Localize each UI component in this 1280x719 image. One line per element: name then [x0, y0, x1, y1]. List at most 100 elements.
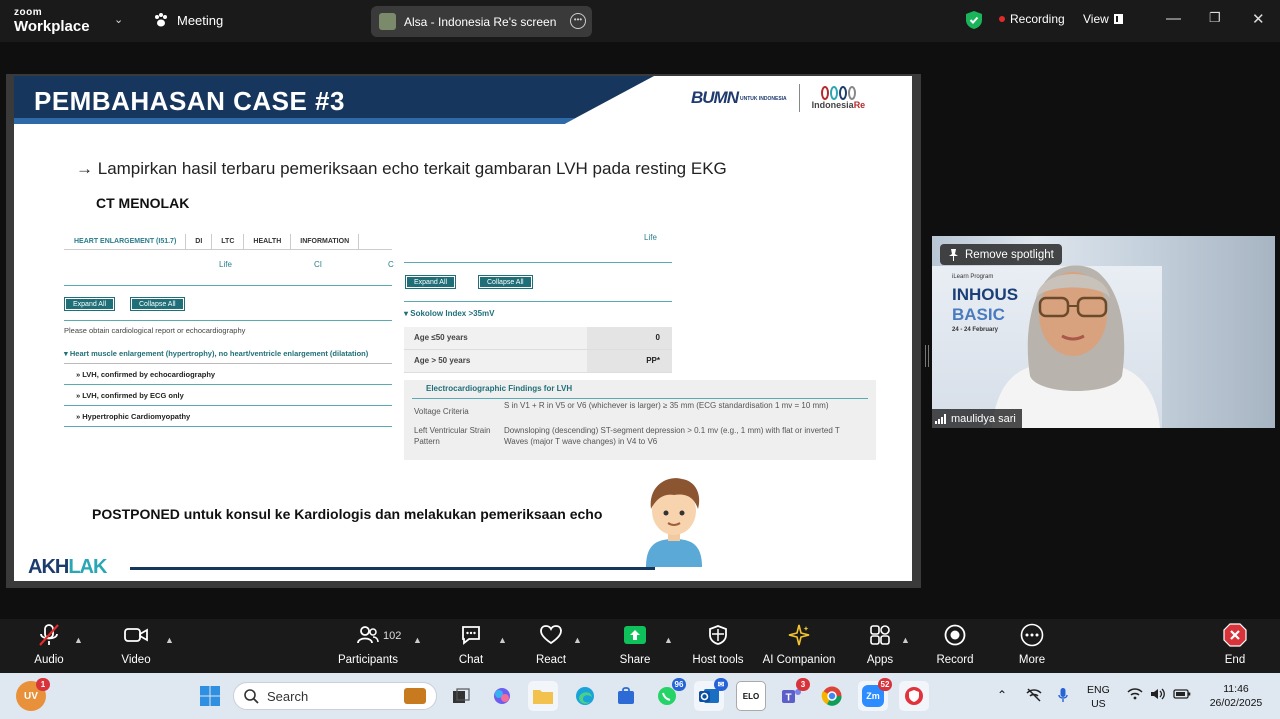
participant-nametag: maulidya sari [932, 409, 1022, 428]
apps-button[interactable]: Apps [862, 619, 898, 673]
security-app-icon[interactable] [899, 681, 929, 711]
record-button[interactable]: Record [935, 619, 975, 673]
more-icon [1020, 623, 1044, 647]
minimize-icon[interactable]: — [1166, 10, 1181, 27]
microphone-tray-icon[interactable] [1058, 687, 1068, 707]
audio-options-caret-icon[interactable]: ▲ [74, 635, 83, 645]
elo-app-icon[interactable]: ELO [736, 681, 766, 711]
apps-label: Apps [866, 654, 894, 666]
recording-label: Recording [1010, 12, 1065, 26]
muted-mic-icon [39, 624, 59, 646]
copilot-icon[interactable] [487, 681, 517, 711]
tray-overflow-caret-icon[interactable]: ⌃ [997, 688, 1007, 702]
left-row: » Hypertrophic Cardiomyopathy [64, 407, 392, 427]
heart-icon [540, 625, 562, 645]
apps-options-caret-icon[interactable]: ▲ [901, 635, 910, 645]
notification-badge: 52 [878, 678, 892, 691]
share-options-caret-icon[interactable]: ▲ [664, 635, 673, 645]
chat-button[interactable]: Chat [453, 619, 489, 673]
teams-icon[interactable]: T3 [776, 678, 810, 711]
share-label: Alsa - Indonesia Re's screen [404, 14, 557, 29]
end-meeting-button[interactable]: End [1220, 619, 1250, 673]
ai-companion-button[interactable]: AI Companion [760, 619, 838, 673]
react-button[interactable]: React [532, 619, 570, 673]
participants-count: 102 [383, 630, 402, 642]
task-view-icon[interactable] [446, 681, 476, 711]
chrome-icon[interactable] [817, 681, 847, 711]
wifi-icon[interactable] [1127, 688, 1143, 704]
outlook-icon[interactable]: ✉ [694, 678, 728, 711]
panel-splitter-handle[interactable] [925, 345, 929, 367]
windows-start-icon[interactable] [195, 681, 225, 711]
security-shield-icon[interactable] [966, 11, 982, 29]
more-button[interactable]: More [1014, 619, 1050, 673]
view-label: View [1083, 12, 1109, 26]
tab-heart-enlargement: HEART ENLARGEMENT (I51.7) [64, 234, 187, 249]
view-button[interactable]: View [1083, 12, 1123, 26]
video-tile[interactable]: iLearn Program INHOUS BASIC 25 24 - 24 F… [932, 236, 1275, 428]
chevron-down-icon[interactable]: ⌄ [114, 13, 123, 26]
store-icon[interactable] [611, 681, 641, 711]
file-explorer-icon[interactable] [528, 681, 558, 711]
network-off-icon[interactable] [1026, 688, 1042, 706]
remove-spotlight-button[interactable]: Remove spotlight [940, 244, 1062, 265]
whatsapp-icon[interactable]: 96 [652, 678, 686, 711]
meeting-label: Meeting [177, 12, 224, 28]
left-row: » LVH, confirmed by ECG only [64, 386, 392, 406]
share-button[interactable]: Share [617, 619, 653, 673]
right-expand-all: Expand All [404, 275, 457, 289]
ecg-findings-box: Electrocardiographic Findings for LVH Vo… [404, 380, 876, 460]
participants-label: Participants [337, 654, 399, 666]
ai-companion-label: AI Companion [762, 654, 836, 666]
participants-options-caret-icon[interactable]: ▲ [413, 635, 422, 645]
language-indicator[interactable]: ENG US [1087, 683, 1110, 711]
slide-logos: BUMN UNTUK INDONESIA IndonesiaRe [691, 84, 865, 112]
left-row: » LVH, confirmed by echocardiography [64, 365, 392, 385]
host-tools-button[interactable]: Host tools [690, 619, 746, 673]
react-options-caret-icon[interactable]: ▲ [573, 635, 582, 645]
divider [64, 320, 392, 321]
meeting-menu[interactable]: Meeting [153, 12, 223, 28]
taskbar-search[interactable]: Search [233, 682, 437, 710]
uv-app-icon[interactable]: UV 1 [16, 678, 50, 711]
screen-share-indicator[interactable]: Alsa - Indonesia Re's screen ••• [371, 6, 592, 37]
table-row: Age > 50 years PP* [404, 350, 672, 373]
sharer-avatar [379, 13, 396, 30]
chat-options-caret-icon[interactable]: ▲ [498, 635, 507, 645]
windows-taskbar: UV 1 Search 96 ✉ ELO T3 Zm 52 ⌃ ENG US 11:4… [0, 673, 1280, 719]
audio-label: Audio [34, 654, 64, 666]
battery-icon[interactable] [1173, 689, 1191, 703]
sokolow-section: ▾ Sokolow Index >35mV [404, 309, 495, 318]
col-life: Life [219, 260, 232, 269]
volume-icon[interactable] [1150, 688, 1166, 704]
tab-di: DI [186, 234, 213, 249]
svg-text:T: T [786, 693, 792, 704]
edge-browser-icon[interactable] [570, 681, 600, 711]
video-button[interactable]: Video [116, 619, 156, 673]
recording-indicator[interactable]: Recording [999, 12, 1065, 26]
footer-line [130, 567, 655, 570]
col-ci: CI [314, 260, 322, 269]
right-col-life: Life [644, 233, 657, 242]
more-label: More [1018, 654, 1046, 666]
left-collapse-all: Collapse All [130, 297, 185, 311]
chat-icon [462, 626, 480, 645]
sparkle-icon [788, 624, 810, 646]
close-icon[interactable]: ✕ [1252, 10, 1265, 28]
search-placeholder: Search [267, 688, 309, 704]
restore-icon[interactable]: ❐ [1209, 10, 1221, 26]
video-options-caret-icon[interactable]: ▲ [165, 635, 174, 645]
audio-button[interactable]: Audio [30, 619, 68, 673]
chat-label: Chat [458, 654, 484, 666]
participants-button[interactable]: Participants [336, 619, 400, 673]
tab-ltc: LTC [212, 234, 245, 249]
boy-illustration-icon [646, 478, 702, 567]
zoom-workplace-logo[interactable]: zoom Workplace [14, 7, 90, 35]
ecg-label: Voltage Criteria [414, 407, 469, 416]
ecg-value: S in V1 + R in V5 or V6 (whichever is la… [504, 401, 829, 410]
clock[interactable]: 11:46 26/02/2025 [1200, 682, 1272, 710]
participants-icon [357, 626, 379, 644]
brand-line1: zoom [14, 7, 43, 18]
zoom-app-icon[interactable]: Zm 52 [858, 678, 892, 711]
more-options-icon[interactable]: ••• [570, 13, 586, 29]
